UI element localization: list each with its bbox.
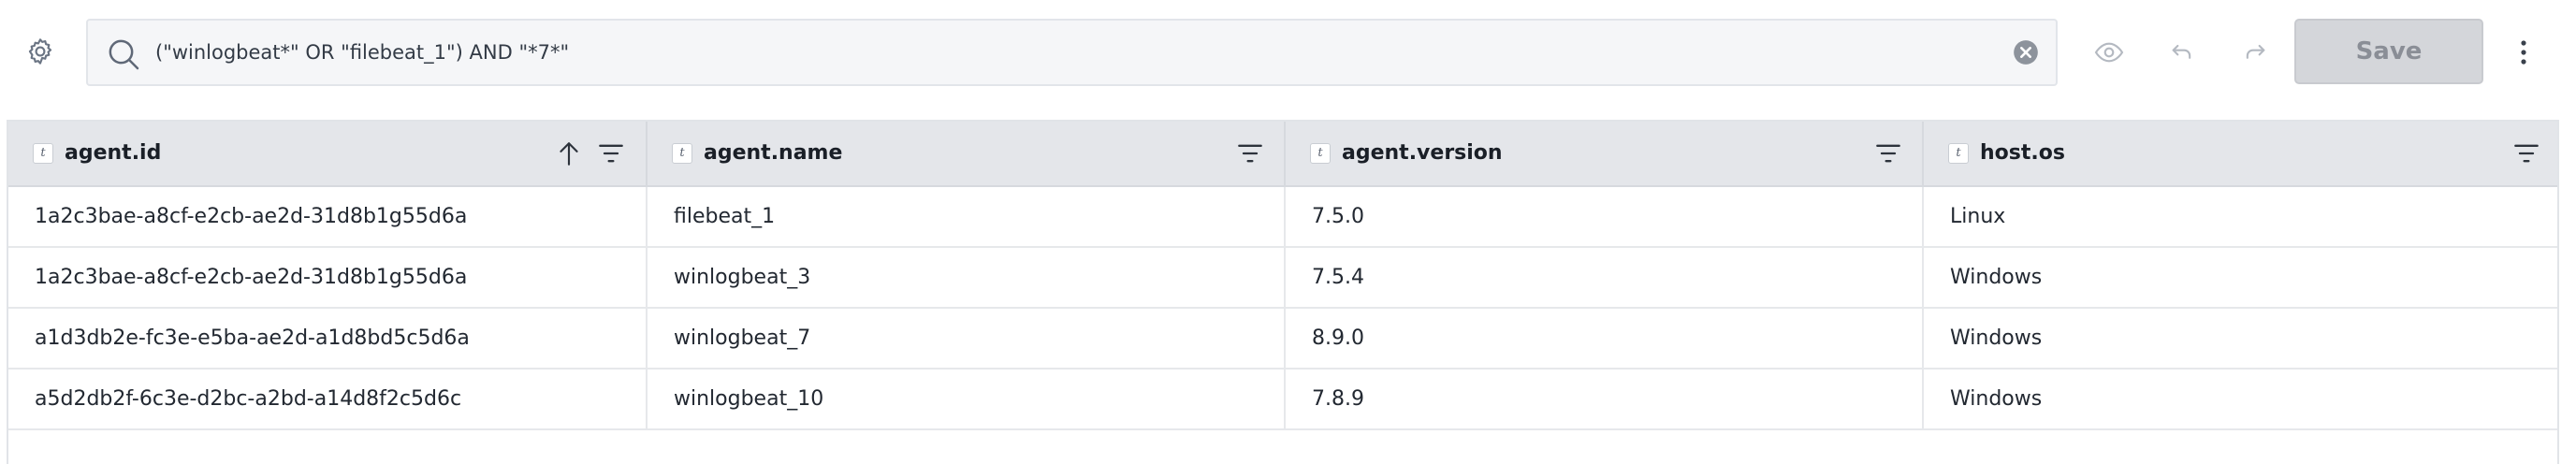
column-type-badge: t [1948,143,1969,164]
table-row[interactable]: a1d3db2e-fc3e-e5ba-ae2d-a1d8bd5c5d6a win… [8,309,2557,370]
column-type-badge: t [33,143,53,164]
cell-agent-id: 1a2c3bae-a8cf-e2cb-ae2d-31d8b1g55d6a [8,187,648,246]
cell-host-os: Windows [1950,326,2043,350]
undo-button[interactable] [2161,32,2203,73]
vertical-dots-icon [2521,40,2526,65]
preview-button[interactable] [2088,32,2130,73]
table-header: t agent.id t agent.name t agent.version … [8,122,2557,187]
column-type-badge: t [1310,143,1331,164]
cell-agent-name: winlogbeat_7 [648,309,1286,368]
query-toolbar: ("winlogbeat*" OR "filebeat_1") AND "*7*… [0,0,2576,105]
redo-button[interactable] [2234,32,2276,73]
cell-agent-id: a1d3db2e-fc3e-e5ba-ae2d-a1d8bd5c5d6a [8,309,648,368]
search-icon [109,39,139,70]
table-row[interactable]: 1a2c3bae-a8cf-e2cb-ae2d-31d8b1g55d6a fil… [8,187,2557,248]
column-label: host.os [1980,141,2065,165]
column-label: agent.name [704,141,843,165]
settings-button[interactable] [17,28,64,75]
clear-icon[interactable] [2013,39,2039,65]
gear-icon [28,38,52,65]
cell-agent-id: a5d2db2f-6c3e-d2bc-a2bd-a14d8f2c5d6c [8,370,648,428]
filter-icon[interactable] [1237,140,1263,167]
cell-agent-name: winlogbeat_10 [648,370,1286,428]
eye-icon [2094,42,2124,63]
column-header-agent-name[interactable]: t agent.name [648,122,1286,185]
column-header-host-os[interactable]: t host.os [1924,122,2557,185]
search-query-text: ("winlogbeat*" OR "filebeat_1") AND "*7*… [155,41,570,64]
column-type-badge: t [672,143,692,164]
filter-icon[interactable] [1875,140,1901,167]
search-input[interactable]: ("winlogbeat*" OR "filebeat_1") AND "*7*… [86,19,2058,86]
column-header-agent-version[interactable]: t agent.version [1286,122,1924,185]
column-label: agent.id [65,141,162,165]
cell-host-os: Linux [1950,205,2006,228]
sort-ascending-icon[interactable] [557,139,581,167]
cell-agent-version: 8.9.0 [1286,309,1924,368]
undo-icon [2172,44,2191,59]
cell-host-os: Windows [1950,266,2043,289]
cell-agent-version: 7.5.4 [1286,248,1924,307]
cell-agent-version: 7.8.9 [1286,370,1924,428]
filter-icon[interactable] [598,140,624,167]
table-row[interactable]: a5d2db2f-6c3e-d2bc-a2bd-a14d8f2c5d6c win… [8,370,2557,430]
cell-agent-name: winlogbeat_3 [648,248,1286,307]
filter-icon[interactable] [2513,140,2540,167]
save-button[interactable]: Save [2294,19,2483,84]
cell-agent-version: 7.5.0 [1286,187,1924,246]
more-options-button[interactable] [2510,32,2538,73]
redo-icon [2246,44,2265,59]
cell-agent-id: 1a2c3bae-a8cf-e2cb-ae2d-31d8b1g55d6a [8,248,648,307]
column-label: agent.version [1342,141,1503,165]
cell-host-os: Windows [1950,387,2043,411]
table-row[interactable]: 1a2c3bae-a8cf-e2cb-ae2d-31d8b1g55d6a win… [8,248,2557,309]
cell-agent-name: filebeat_1 [648,187,1286,246]
results-table: t agent.id t agent.name t agent.version … [7,120,2559,464]
column-header-agent-id[interactable]: t agent.id [8,122,648,185]
